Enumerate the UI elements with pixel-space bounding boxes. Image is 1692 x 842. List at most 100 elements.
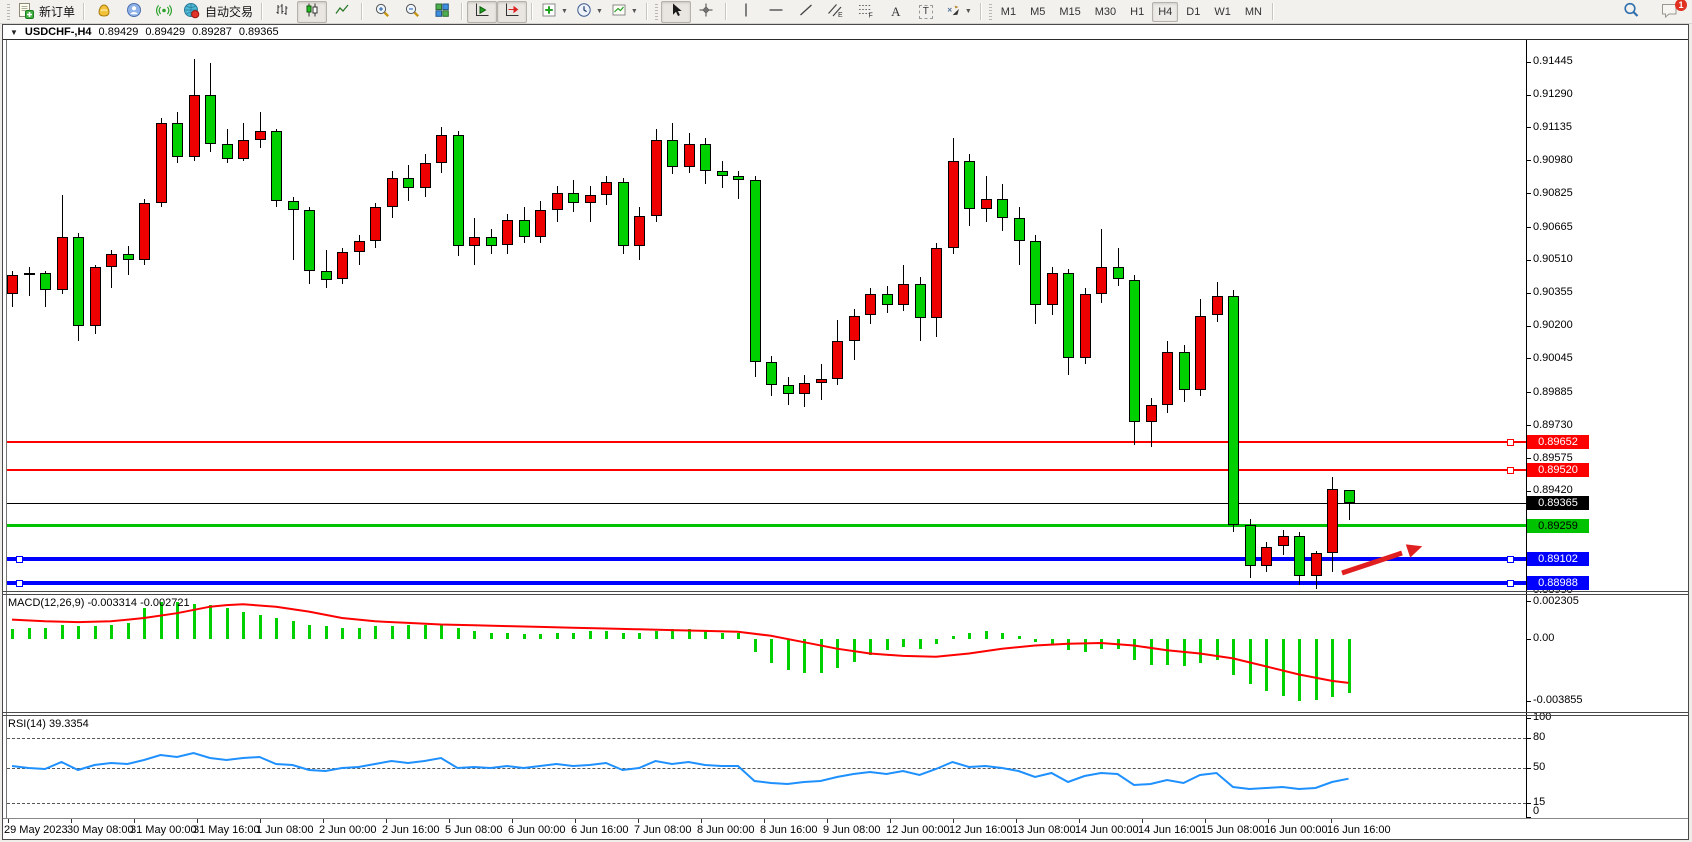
timeframe-W1[interactable]: W1 bbox=[1208, 2, 1237, 22]
timeframe-M5[interactable]: M5 bbox=[1024, 2, 1051, 22]
candle-wick bbox=[260, 112, 261, 148]
timeframe-D1[interactable]: D1 bbox=[1180, 2, 1206, 22]
timeframe-M15[interactable]: M15 bbox=[1053, 2, 1086, 22]
toolbar-separator bbox=[261, 3, 263, 20]
text-button[interactable]: A bbox=[881, 1, 911, 23]
time-axis-label: 12 Jun 00:00 bbox=[886, 824, 950, 836]
hline-0.89365[interactable] bbox=[7, 503, 1526, 504]
macd-histogram-bar bbox=[968, 633, 971, 640]
candle-body bbox=[420, 163, 431, 188]
new-order-button[interactable]: 新订单 bbox=[13, 1, 79, 23]
indicators-button[interactable]: ▼ bbox=[537, 1, 572, 23]
macd-pane-separator[interactable] bbox=[3, 591, 1688, 592]
text-label-button[interactable]: T bbox=[911, 1, 941, 23]
price-tick bbox=[1526, 62, 1531, 63]
macd-histogram-bar bbox=[902, 639, 905, 647]
line-handle[interactable] bbox=[1507, 580, 1514, 587]
terminal-window: 新订单 自动交易 ▼ ▼ ▼ E F A T bbox=[0, 0, 1692, 842]
macd-histogram-bar bbox=[490, 633, 493, 640]
macd-histogram-bar bbox=[11, 629, 14, 639]
chart-menu-caret-icon[interactable]: ▼ bbox=[10, 28, 18, 37]
candle-body bbox=[7, 275, 18, 294]
candle-body bbox=[1129, 280, 1140, 422]
candle-body bbox=[700, 144, 711, 172]
macd-histogram-bar bbox=[1034, 639, 1037, 642]
fibonacci-button[interactable]: F bbox=[851, 1, 881, 23]
candle-body bbox=[403, 178, 414, 189]
zoom-out-button[interactable] bbox=[397, 1, 427, 23]
candle-body bbox=[849, 316, 860, 341]
candle-body bbox=[172, 123, 183, 157]
line-handle[interactable] bbox=[16, 556, 23, 563]
macd-histogram-bar bbox=[935, 639, 938, 644]
signals-button[interactable] bbox=[149, 1, 179, 23]
candle-body bbox=[519, 220, 530, 237]
line-handle[interactable] bbox=[1507, 439, 1514, 446]
time-axis-label: 9 Jun 08:00 bbox=[823, 824, 881, 836]
candle-body bbox=[271, 131, 282, 201]
price-tick bbox=[1526, 160, 1531, 161]
line-handle[interactable] bbox=[16, 580, 23, 587]
rsi-tick bbox=[1526, 768, 1531, 769]
trend-line-button[interactable] bbox=[791, 1, 821, 23]
hline-0.89259[interactable] bbox=[7, 524, 1526, 527]
candle-body bbox=[1278, 536, 1289, 547]
chat-button[interactable]: 1 bbox=[1654, 1, 1684, 23]
macd-histogram-bar bbox=[523, 634, 526, 639]
macd-histogram-bar bbox=[737, 633, 740, 640]
macd-pane-separator[interactable] bbox=[3, 594, 1688, 595]
crosshair-button[interactable] bbox=[691, 1, 721, 23]
price-axis-label: 0.90200 bbox=[1533, 319, 1573, 331]
vertical-line-button[interactable] bbox=[731, 1, 761, 23]
search-button[interactable] bbox=[1616, 1, 1646, 23]
zoom-in-button[interactable] bbox=[367, 1, 397, 23]
autotrading-button[interactable]: 自动交易 bbox=[179, 1, 257, 23]
line-handle[interactable] bbox=[1507, 556, 1514, 563]
price-tick bbox=[1526, 392, 1531, 393]
time-axis-label: 8 Jun 00:00 bbox=[697, 824, 755, 836]
candle-body bbox=[222, 144, 233, 159]
chart-shift-button[interactable] bbox=[497, 1, 527, 23]
macd-histogram-bar bbox=[1183, 639, 1186, 666]
bar-chart-button[interactable] bbox=[267, 1, 297, 23]
candle-body bbox=[1245, 525, 1256, 565]
cursor-button[interactable] bbox=[661, 1, 691, 23]
timeframe-M1[interactable]: M1 bbox=[995, 2, 1022, 22]
candle-body bbox=[915, 284, 926, 318]
templates-button[interactable]: ▼ bbox=[607, 1, 642, 23]
auto-scroll-button[interactable] bbox=[467, 1, 497, 23]
tile-windows-button[interactable] bbox=[427, 1, 457, 23]
arrows-button[interactable]: ▼ bbox=[941, 1, 976, 23]
candlestick-chart-button[interactable] bbox=[297, 1, 327, 23]
market-watch-button[interactable] bbox=[89, 1, 119, 23]
chevron-down-icon: ▼ bbox=[561, 8, 568, 15]
macd-histogram-bar bbox=[1216, 639, 1219, 660]
price-tick bbox=[1526, 227, 1531, 228]
macd-histogram-bar bbox=[292, 621, 295, 639]
line-chart-button[interactable] bbox=[327, 1, 357, 23]
timeframe-M30[interactable]: M30 bbox=[1089, 2, 1122, 22]
toolbar-grip[interactable] bbox=[989, 4, 992, 20]
rsi-pane-separator[interactable] bbox=[3, 715, 1688, 716]
community-button[interactable] bbox=[119, 1, 149, 23]
candle-body bbox=[73, 237, 84, 326]
macd-histogram-bar bbox=[1051, 639, 1054, 644]
toolbar-grip[interactable] bbox=[655, 4, 658, 20]
candle-body bbox=[1344, 490, 1355, 504]
hline-0.89520[interactable] bbox=[7, 469, 1526, 471]
horizontal-line-button[interactable] bbox=[761, 1, 791, 23]
hline-0.89652[interactable] bbox=[7, 441, 1526, 443]
line-handle[interactable] bbox=[1507, 467, 1514, 474]
timeframe-H4[interactable]: H4 bbox=[1152, 2, 1178, 22]
timeframe-H1[interactable]: H1 bbox=[1124, 2, 1150, 22]
periods-button[interactable]: ▼ bbox=[572, 1, 607, 23]
equidistant-channel-button[interactable]: E bbox=[821, 1, 851, 23]
timeframe-MN[interactable]: MN bbox=[1239, 2, 1268, 22]
macd-histogram-bar bbox=[1001, 633, 1004, 640]
price-axis-label: 0.90825 bbox=[1533, 187, 1573, 199]
time-axis-label: 2 Jun 00:00 bbox=[319, 824, 377, 836]
rsi-pane-separator[interactable] bbox=[3, 712, 1688, 713]
toolbar-grip[interactable] bbox=[7, 4, 10, 20]
price-tick bbox=[1526, 458, 1531, 459]
candle-body bbox=[123, 254, 134, 260]
